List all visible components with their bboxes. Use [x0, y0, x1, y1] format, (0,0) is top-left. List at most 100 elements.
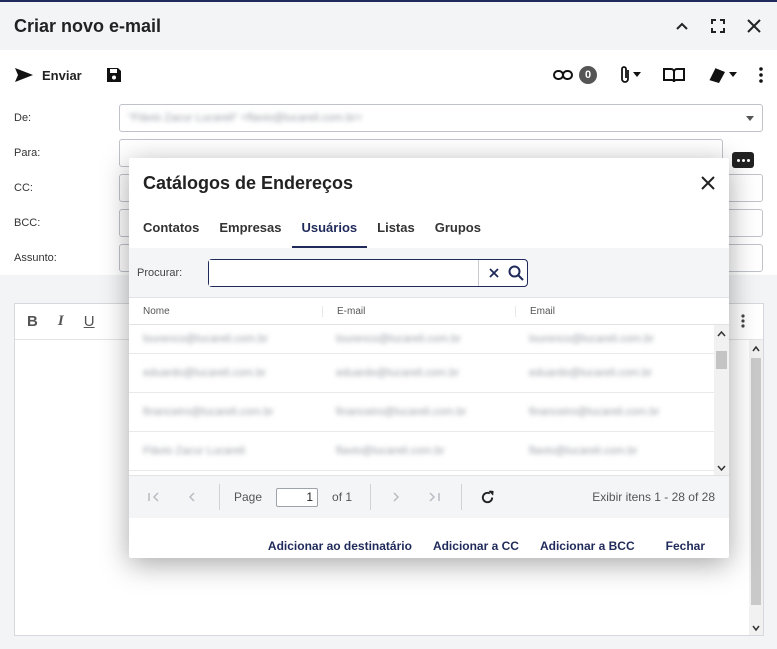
cell-email: lourenco@lucareli.com.br [336, 333, 461, 345]
cell-email-2: eduardo@lucareli.com.br [529, 367, 653, 379]
cc-label: CC: [14, 181, 33, 194]
grid-body: lourenco@lucareli.com.br lourenco@lucare… [129, 325, 714, 475]
tab-grupos[interactable]: Grupos [425, 208, 491, 248]
chevron-down-icon [746, 115, 754, 121]
cell-name: eduardo@lucareli.com.br [143, 367, 267, 379]
search-label: Procurar: [137, 266, 183, 279]
refresh-icon[interactable] [476, 489, 498, 505]
compose-window: Criar novo e-mail Enviar 0 De: "Flávio Z… [0, 0, 777, 649]
minimize-icon[interactable] [673, 17, 691, 35]
italic-button[interactable]: I [58, 313, 64, 330]
last-page-icon[interactable] [423, 492, 445, 502]
page-number-input[interactable]: 1 [276, 487, 319, 507]
cell-name: lourenco@lucareli.com.br [143, 333, 268, 345]
contacts-picker-button[interactable] [732, 152, 754, 168]
pager: Page 1 of 1 Exibir itens 1 - 28 of 28 [129, 475, 729, 518]
subject-label: Assunto: [14, 251, 57, 264]
cell-email: financeiro@lucareli.com.br [336, 406, 467, 418]
chevron-down-icon [633, 72, 641, 77]
to-label: Para: [14, 146, 41, 159]
tab-contatos[interactable]: Contatos [143, 208, 209, 248]
cell-email-2: financeiro@lucareli.com.br [529, 406, 660, 418]
link-count-badge: 0 [579, 66, 597, 84]
tab-listas[interactable]: Listas [367, 208, 425, 248]
table-row[interactable]: eduardo@lucareli.com.br eduardo@lucareli… [129, 354, 714, 393]
save-icon [106, 68, 121, 82]
dialog-close-icon[interactable] [701, 176, 715, 190]
cell-email-2: flavio@lucareli.com.br [529, 445, 638, 457]
from-row: De: "Flávio Zacur Lucareli" <flavio@luca… [14, 100, 763, 135]
attach-button[interactable] [619, 65, 641, 85]
send-label: Enviar [42, 67, 82, 83]
cell-name: Flávio Zacur Lucareli [143, 445, 246, 457]
column-header[interactable]: E-mail [322, 305, 515, 317]
chevron-down-icon [729, 72, 737, 77]
scroll-down-icon[interactable] [752, 625, 760, 631]
from-select[interactable]: "Flávio Zacur Lucareli" <flavio@lucareli… [119, 103, 763, 132]
column-header[interactable]: Email [515, 305, 729, 317]
window-title: Criar novo e-mail [14, 15, 162, 36]
table-row[interactable]: financeiro@lucareli.com.br financeiro@lu… [129, 393, 714, 432]
table-row[interactable]: lourenco@lucareli.com.br lourenco@lucare… [129, 325, 714, 354]
cell-email-2: lourenco@lucareli.com.br [529, 333, 654, 345]
address-book-button[interactable] [663, 67, 685, 83]
compose-toolbar: Enviar 0 [0, 50, 777, 100]
paperclip-icon [621, 66, 629, 83]
grid-header: Nome E-mail Email [129, 298, 729, 325]
send-button[interactable]: Enviar [14, 67, 82, 83]
scroll-down-icon[interactable] [717, 465, 726, 471]
cell-email: flavio@lucareli.com.br [336, 445, 445, 457]
book-icon [663, 68, 685, 83]
bold-button[interactable]: B [27, 313, 38, 330]
dialog-tabs: Contatos Empresas Usuários Listas Grupos [129, 208, 729, 248]
from-label: De: [14, 111, 32, 124]
editor-more-icon[interactable] [741, 314, 745, 333]
pager-info: Exibir itens 1 - 28 of 28 [592, 490, 715, 504]
add-bcc-button[interactable]: Adicionar a BCC [540, 539, 635, 553]
table-row[interactable]: Flávio Zacur Lucareli flavio@lucareli.co… [129, 432, 714, 471]
first-page-icon[interactable] [143, 492, 165, 502]
tab-empresas[interactable]: Empresas [209, 208, 291, 248]
page-label: Page [234, 490, 263, 504]
cell-name: financeiro@lucareli.com.br [143, 406, 274, 418]
tag-button[interactable] [707, 66, 737, 84]
editor-scrollbar[interactable] [749, 340, 763, 635]
pager-divider [461, 484, 463, 510]
clear-icon[interactable] [483, 267, 505, 278]
link-button[interactable]: 0 [553, 66, 597, 84]
more-options-icon[interactable] [759, 67, 763, 83]
scroll-up-icon[interactable] [717, 331, 726, 337]
close-icon[interactable] [745, 17, 763, 35]
add-cc-button[interactable]: Adicionar a CC [433, 539, 519, 553]
search-icon[interactable] [505, 265, 527, 281]
maximize-icon[interactable] [709, 17, 727, 35]
address-book-dialog: Catálogos de Endereços Contatos Empresas… [129, 158, 729, 558]
tag-icon [708, 67, 725, 83]
dialog-footer: Adicionar ao destinatário Adicionar a CC… [129, 518, 729, 573]
search-bar: Procurar: [129, 248, 729, 297]
search-divider [478, 259, 479, 286]
bcc-label: BCC: [14, 216, 41, 229]
prev-page-icon[interactable] [181, 492, 203, 502]
search-box [208, 258, 528, 287]
editor-scroll-thumb[interactable] [751, 358, 761, 605]
titlebar: Criar novo e-mail [0, 2, 777, 50]
column-header[interactable]: Nome [129, 306, 322, 317]
from-value: "Flávio Zacur Lucareli" <flavio@lucareli… [128, 111, 363, 124]
scroll-up-icon[interactable] [752, 346, 760, 352]
grid-scrollbar[interactable] [714, 325, 729, 475]
add-to-recipient-button[interactable]: Adicionar ao destinatário [268, 539, 412, 553]
pager-divider [370, 484, 372, 510]
grid-scroll-thumb[interactable] [716, 351, 727, 369]
dialog-title: Catálogos de Endereços [143, 172, 354, 193]
next-page-icon[interactable] [385, 492, 407, 502]
search-input[interactable] [209, 259, 478, 286]
pager-divider [219, 484, 220, 510]
save-button[interactable] [106, 67, 122, 83]
send-icon [15, 68, 33, 82]
users-grid: Nome E-mail Email lourenco@lucareli.com.… [129, 297, 729, 475]
tab-usuarios[interactable]: Usuários [291, 208, 368, 248]
page-total: of 1 [332, 490, 353, 504]
underline-button[interactable]: U [84, 313, 95, 330]
close-dialog-button[interactable]: Fechar [666, 539, 705, 553]
